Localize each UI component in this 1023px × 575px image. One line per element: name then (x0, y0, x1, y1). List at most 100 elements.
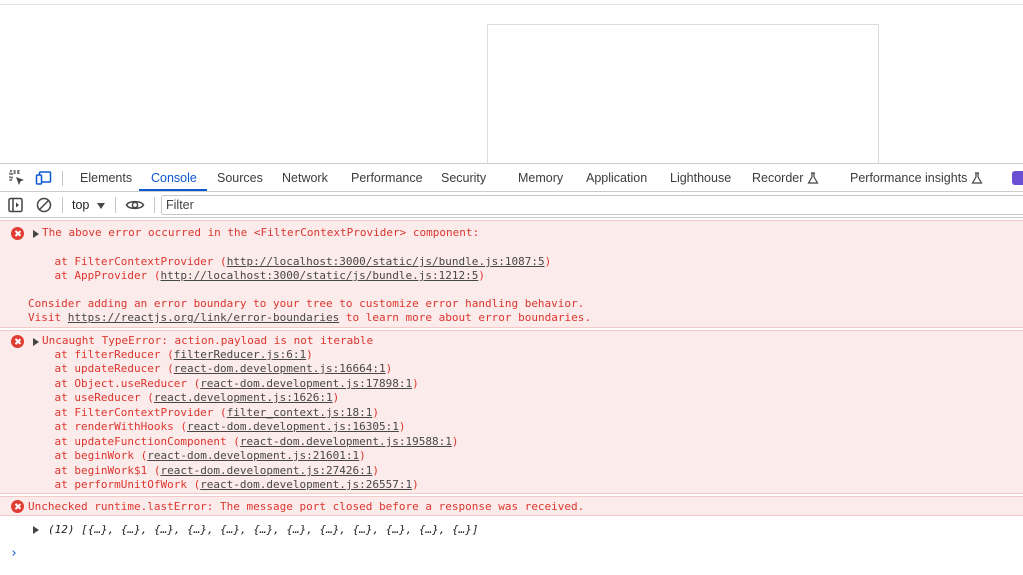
error-boundaries-link[interactable]: https://reactjs.org/link/error-boundarie… (68, 311, 340, 324)
inspected-page (0, 0, 1023, 163)
stack-frame-link[interactable]: react-dom.development.js:17898:1 (200, 377, 412, 390)
error-icon (11, 500, 24, 513)
filter-input[interactable] (161, 195, 1023, 215)
console-error-message: Unchecked runtime.lastError: The message… (0, 496, 1023, 516)
stack-frame-text: at renderWithHooks ( (28, 420, 187, 433)
error-icon (11, 227, 24, 240)
toolbar-separator (62, 197, 63, 213)
error-icon (11, 335, 24, 348)
stack-frame-text: at AppProvider ( (28, 269, 161, 282)
error-advice: Consider adding an error boundary to you… (28, 297, 585, 310)
stack-frame-link[interactable]: react-dom.development.js:16305:1 (187, 420, 399, 433)
stack-frame-text: at updateFunctionComponent ( (28, 435, 240, 448)
stack-frame-text: ) (332, 391, 340, 404)
stack-frame-text: at FilterContextProvider ( (28, 406, 227, 419)
console-error-message: The above error occurred in the <FilterC… (0, 220, 1023, 328)
flask-icon (971, 166, 983, 194)
stack-frame-text: ) (412, 377, 419, 390)
stack-frame-text: at FilterContextProvider ( (28, 255, 227, 268)
stack-frame-link[interactable]: react-dom.development.js:16664:1 (174, 362, 386, 375)
stack-frame: at useReducer (react.development.js:1626… (28, 391, 339, 405)
stack-frame: at FilterContextProvider (filter_context… (28, 406, 379, 420)
show-sidebar-icon[interactable] (7, 196, 25, 214)
stack-frame-text: ) (372, 464, 379, 477)
tab-console[interactable]: Console (151, 164, 197, 192)
stack-frame-text: at useReducer ( (28, 391, 154, 404)
tab-lighthouse[interactable]: Lighthouse (670, 164, 731, 192)
error-summary: The above error occurred in the <FilterC… (42, 226, 480, 239)
live-expression-eye-icon[interactable] (125, 196, 145, 214)
tab-performance-insights-label: Performance insights (850, 171, 968, 185)
stack-frame-text: at beginWork$1 ( (28, 464, 161, 477)
device-toolbar-icon[interactable] (35, 169, 53, 187)
advice-text: Visit (28, 311, 68, 324)
toolbar-separator (154, 197, 155, 213)
tab-bar-separator (62, 171, 63, 186)
tab-recorder[interactable]: Recorder (752, 164, 819, 192)
advice-text: to learn more about error boundaries. (339, 311, 591, 324)
active-tab-indicator (139, 189, 207, 191)
stack-frame-text: ) (544, 255, 552, 268)
devtools-tab-bar: Elements Console Sources Network Perform… (0, 163, 1023, 192)
console-toolbar: top (0, 192, 1023, 218)
extension-panel-icon[interactable] (1012, 171, 1023, 185)
stack-frame: at beginWork$1 (react-dom.development.js… (28, 464, 379, 478)
stack-frame-text: ) (412, 478, 419, 491)
expand-triangle-icon[interactable] (33, 338, 39, 346)
expand-triangle-icon[interactable] (33, 526, 39, 534)
stack-frame-link[interactable]: http://localhost:3000/static/js/bundle.j… (160, 269, 478, 282)
tab-performance-insights[interactable]: Performance insights (850, 164, 983, 192)
stack-frame-text: at filterReducer ( (28, 348, 174, 361)
expand-triangle-icon[interactable] (33, 230, 39, 238)
stack-frame-text: at updateReducer ( (28, 362, 174, 375)
stack-frame: at renderWithHooks (react-dom.developmen… (28, 420, 406, 434)
error-summary: Uncaught TypeError: action.payload is no… (42, 334, 374, 347)
tab-memory[interactable]: Memory (518, 164, 563, 192)
stack-frame-link[interactable]: http://localhost:3000/static/js/bundle.j… (227, 255, 545, 268)
stack-frame-link[interactable]: react-dom.development.js:27426:1 (160, 464, 372, 477)
tab-recorder-label: Recorder (752, 171, 804, 185)
stack-frame-link[interactable]: react-dom.development.js:21601:1 (147, 449, 359, 462)
stack-frame-text: at Object.useReducer ( (28, 377, 201, 390)
stack-frame-text: ) (306, 348, 313, 361)
stack-frame: at AppProvider (http://localhost:3000/st… (28, 269, 485, 283)
stack-frame-text: ) (359, 449, 366, 462)
inspect-element-icon[interactable] (8, 169, 26, 187)
flask-icon (807, 166, 819, 194)
stack-frame-link[interactable]: react-dom.development.js:19588:1 (240, 435, 452, 448)
stack-frame-link[interactable]: react.development.js:1626:1 (154, 391, 333, 404)
stack-frame-text: ) (398, 420, 406, 433)
page-header-strip (0, 0, 1023, 5)
stack-frame-link[interactable]: react-dom.development.js:26557:1 (200, 478, 412, 491)
tab-sources[interactable]: Sources (217, 164, 263, 192)
console-error-message: Uncaught TypeError: action.payload is no… (0, 330, 1023, 494)
console-prompt-chevron-icon[interactable]: › (10, 546, 18, 561)
stack-frame-text: at performUnitOfWork ( (28, 478, 201, 491)
stack-frame-link[interactable]: filterReducer.js:6:1 (174, 348, 306, 361)
stack-frame-text: ) (478, 269, 485, 282)
context-selector[interactable]: top (72, 196, 89, 214)
stack-frame-text: ) (385, 362, 393, 375)
stack-frame: at filterReducer (filterReducer.js:6:1) (28, 348, 313, 362)
stack-frame-text: ) (451, 435, 459, 448)
clear-console-icon[interactable] (35, 196, 53, 214)
error-advice-link-line: Visit https://reactjs.org/link/error-bou… (28, 311, 591, 325)
error-summary: Unchecked runtime.lastError: The message… (28, 500, 585, 513)
tab-network[interactable]: Network (282, 164, 328, 192)
stack-frame-text: at beginWork ( (28, 449, 148, 462)
chevron-down-icon[interactable] (97, 203, 105, 209)
stack-frame: at FilterContextProvider (http://localho… (28, 255, 551, 269)
stack-frame: at updateFunctionComponent (react-dom.de… (28, 435, 458, 449)
tab-security[interactable]: Security (441, 164, 486, 192)
tab-application[interactable]: Application (586, 164, 647, 192)
tab-elements[interactable]: Elements (80, 164, 132, 192)
stack-frame: at updateReducer (react-dom.development.… (28, 362, 392, 376)
stack-frame: at Object.useReducer (react-dom.developm… (28, 377, 419, 391)
stack-frame-link[interactable]: filter_context.js:18:1 (227, 406, 373, 419)
stack-frame: at beginWork (react-dom.development.js:2… (28, 449, 366, 463)
stack-frame: at performUnitOfWork (react-dom.developm… (28, 478, 419, 492)
array-log-output[interactable]: (12) [{…}, {…}, {…}, {…}, {…}, {…}, {…},… (48, 523, 478, 537)
tab-performance[interactable]: Performance (351, 164, 423, 192)
stack-frame-text: ) (372, 406, 380, 419)
toolbar-separator (115, 197, 116, 213)
